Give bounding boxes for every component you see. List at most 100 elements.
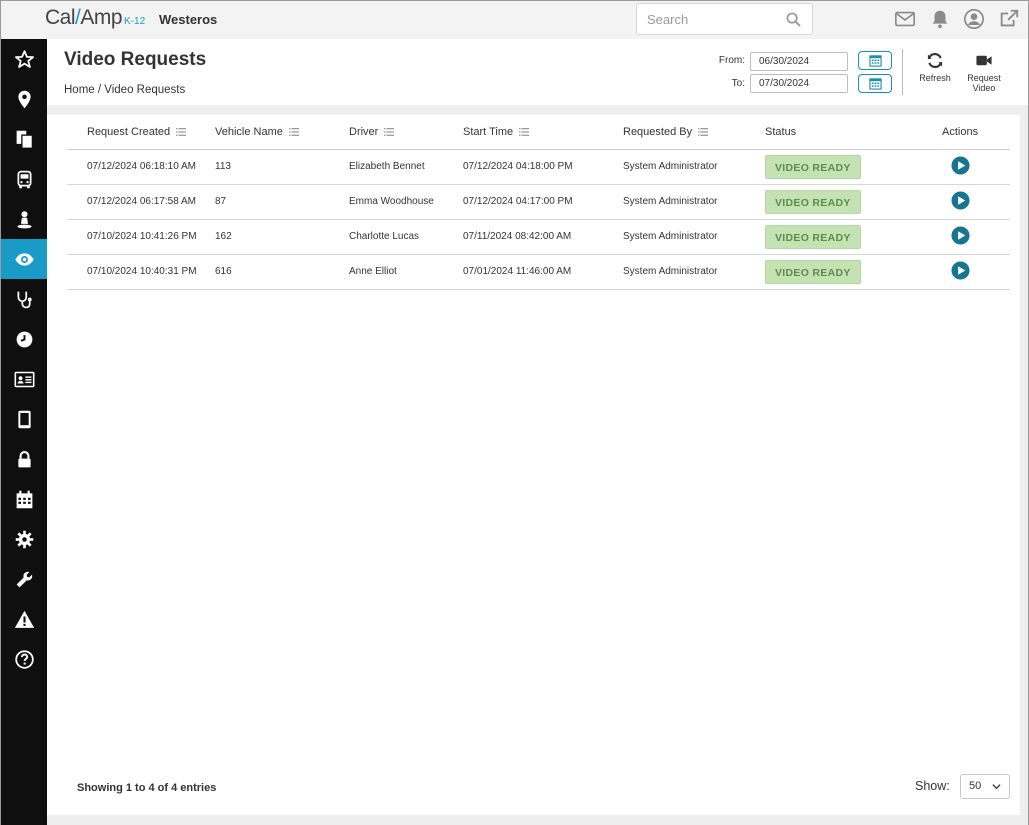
- entries-info: Showing 1 to 4 of 4 entries: [77, 782, 217, 794]
- sidebar-item-drivers[interactable]: [1, 199, 47, 239]
- cell-start-time: 07/12/2024 04:18:00 PM: [463, 149, 623, 185]
- mail-icon[interactable]: [894, 8, 916, 30]
- page-header: Video Requests Home / Video Requests Fro…: [47, 39, 1028, 105]
- video-camera-icon: [976, 55, 992, 66]
- cell-vehicle-name: 162: [215, 219, 349, 255]
- cell-status: VIDEO READY: [765, 184, 924, 220]
- breadcrumb[interactable]: Home / Video Requests: [64, 84, 185, 96]
- search-input[interactable]: [637, 4, 777, 34]
- cell-request-created: 07/10/2024 10:40:31 PM: [67, 254, 215, 290]
- play-video-icon[interactable]: [951, 190, 970, 210]
- sidebar-item-favorites[interactable]: [1, 39, 47, 79]
- from-calendar-button[interactable]: [858, 51, 892, 70]
- sidebar-item-bus[interactable]: [1, 159, 47, 199]
- refresh-label: Refresh: [919, 73, 951, 83]
- organization-name: Westeros: [159, 12, 218, 27]
- driver-icon: [17, 210, 31, 228]
- sidebar-item-help[interactable]: [1, 639, 47, 679]
- cell-request-created: 07/10/2024 10:41:26 PM: [67, 219, 215, 255]
- wrench-icon: [16, 571, 32, 587]
- sidebar-item-video[interactable]: [1, 239, 47, 279]
- bus-icon: [17, 170, 31, 188]
- search-box[interactable]: [636, 3, 813, 35]
- table-row[interactable]: 07/10/2024 10:41:26 PM 162 Charlotte Luc…: [67, 219, 1010, 255]
- sidebar-item-maintenance[interactable]: [1, 559, 47, 599]
- cell-start-time: 07/11/2024 08:42:00 AM: [463, 219, 623, 255]
- content-border: [1020, 105, 1028, 825]
- column-header-requested-by[interactable]: Requested By: [623, 115, 765, 150]
- sidebar-item-map[interactable]: [1, 79, 47, 119]
- sidebar-item-health[interactable]: [1, 279, 47, 319]
- sidebar-item-ids[interactable]: [1, 359, 47, 399]
- sidebar-item-devices[interactable]: [1, 399, 47, 439]
- sort-icon[interactable]: [176, 127, 187, 136]
- play-video-icon[interactable]: [951, 260, 970, 280]
- column-header-request-created[interactable]: Request Created: [67, 115, 215, 150]
- column-header-driver[interactable]: Driver: [349, 115, 463, 150]
- table-row[interactable]: 07/12/2024 06:17:58 AM 87 Emma Woodhouse…: [67, 184, 1010, 220]
- request-video-button[interactable]: Request Video: [964, 52, 1004, 93]
- search-icon[interactable]: [786, 12, 801, 27]
- divider: [902, 49, 903, 95]
- status-badge: VIDEO READY: [765, 189, 861, 214]
- sidebar-item-settings[interactable]: [1, 519, 47, 559]
- column-header-start-time[interactable]: Start Time: [463, 115, 623, 150]
- video-requests-table: Request Created Vehicle Name Driver Star…: [67, 115, 1010, 290]
- external-link-icon[interactable]: [998, 8, 1020, 30]
- cell-start-time: 07/12/2024 04:17:00 PM: [463, 184, 623, 220]
- star-icon: [14, 49, 34, 68]
- sidebar-item-calendar[interactable]: [1, 479, 47, 519]
- to-calendar-button[interactable]: [858, 74, 892, 93]
- sidebar-item-alerts[interactable]: [1, 599, 47, 639]
- to-label: To:: [731, 78, 745, 89]
- cell-driver: Elizabeth Bennet: [349, 149, 463, 185]
- refresh-button[interactable]: Refresh: [916, 52, 954, 83]
- column-header-vehicle-name[interactable]: Vehicle Name: [215, 115, 349, 150]
- content-border-bottom: [47, 815, 1028, 825]
- sidebar-item-history[interactable]: [1, 319, 47, 359]
- table-header-row: Request Created Vehicle Name Driver Star…: [67, 115, 1010, 150]
- calamp-logo[interactable]: Cal/Amp K-12: [45, 6, 145, 32]
- eye-icon: [14, 252, 34, 266]
- sort-icon[interactable]: [519, 127, 530, 136]
- status-badge: VIDEO READY: [765, 154, 861, 179]
- page-size-value: 50: [969, 780, 982, 792]
- map-pin-icon: [17, 90, 31, 108]
- cell-driver: Anne Elliot: [349, 254, 463, 290]
- play-video-icon[interactable]: [951, 225, 970, 245]
- cell-request-created: 07/12/2024 06:18:10 AM: [67, 149, 215, 185]
- documents-icon: [16, 130, 33, 149]
- sort-icon[interactable]: [288, 127, 299, 136]
- cell-vehicle-name: 113: [215, 149, 349, 185]
- to-date-input[interactable]: 07/30/2024: [750, 74, 848, 93]
- chevron-down-icon: [992, 784, 1001, 790]
- cell-requested-by: System Administrator: [623, 219, 765, 255]
- cell-actions: [924, 184, 1010, 220]
- help-icon: [14, 649, 34, 669]
- cell-requested-by: System Administrator: [623, 184, 765, 220]
- from-date-input[interactable]: 06/30/2024: [750, 52, 848, 71]
- cell-request-created: 07/12/2024 06:17:58 AM: [67, 184, 215, 220]
- user-icon[interactable]: [963, 8, 985, 30]
- status-badge: VIDEO READY: [765, 224, 861, 249]
- cell-requested-by: System Administrator: [623, 254, 765, 290]
- sort-icon[interactable]: [384, 127, 395, 136]
- bell-icon[interactable]: [929, 8, 951, 30]
- page-title: Video Requests: [64, 49, 207, 70]
- cell-status: VIDEO READY: [765, 219, 924, 255]
- table-row[interactable]: 07/10/2024 10:40:31 PM 616 Anne Elliot 0…: [67, 254, 1010, 290]
- sidebar: [1, 39, 47, 825]
- calendar-icon: [16, 490, 32, 508]
- page-size-select[interactable]: 50: [960, 774, 1010, 799]
- request-video-label-1: Request: [967, 73, 1001, 83]
- sidebar-item-security[interactable]: [1, 439, 47, 479]
- sidebar-item-documents[interactable]: [1, 119, 47, 159]
- table-row[interactable]: 07/12/2024 06:18:10 AM 113 Elizabeth Ben…: [67, 149, 1010, 185]
- play-video-icon[interactable]: [951, 155, 970, 175]
- cell-actions: [924, 149, 1010, 185]
- cell-actions: [924, 219, 1010, 255]
- cell-requested-by: System Administrator: [623, 149, 765, 185]
- sort-icon[interactable]: [698, 127, 709, 136]
- cell-driver: Charlotte Lucas: [349, 219, 463, 255]
- warning-icon: [14, 610, 34, 628]
